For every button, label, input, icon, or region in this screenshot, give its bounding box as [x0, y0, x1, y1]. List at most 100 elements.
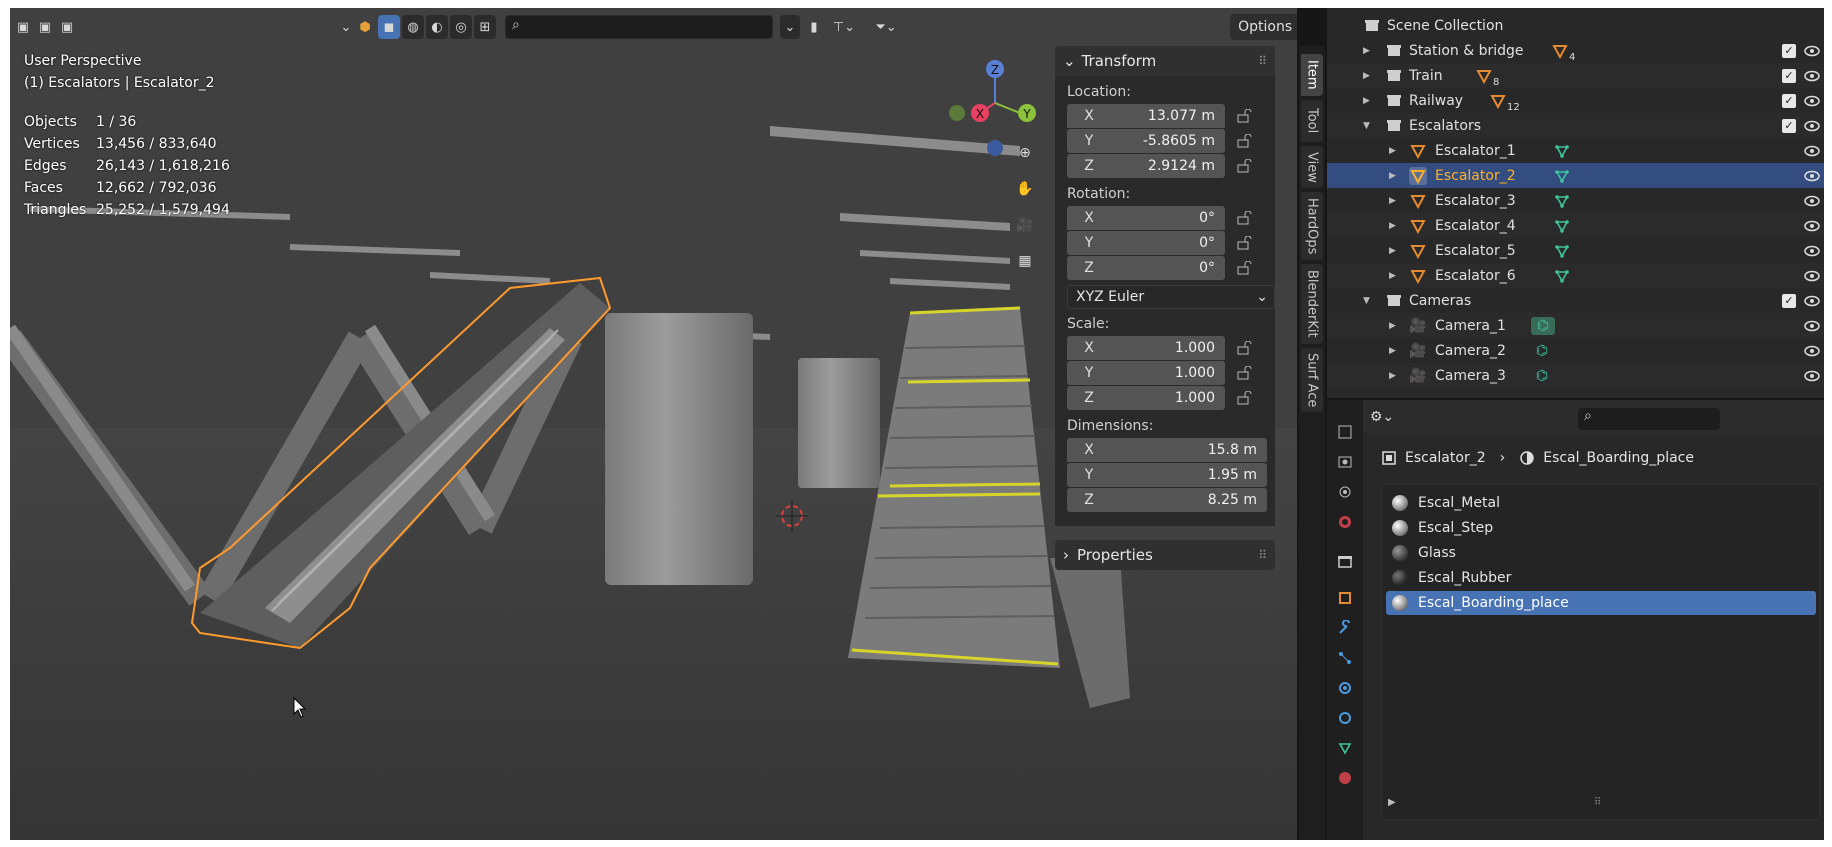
expand-arrow-icon[interactable]: ▶: [1363, 46, 1373, 56]
eye-icon[interactable]: [1804, 344, 1820, 358]
camera-view-icon[interactable]: 🎥: [1010, 210, 1040, 240]
eye-icon[interactable]: [1804, 194, 1820, 208]
outliner-object-escalator-6[interactable]: ▶ Escalator_6: [1327, 263, 1824, 288]
properties-panel-header[interactable]: › Properties ⠿: [1055, 540, 1275, 570]
expand-arrow-icon[interactable]: ▶: [1363, 71, 1373, 81]
gizmo-toggle-icon[interactable]: ⬢: [356, 15, 374, 39]
material-slot-selected[interactable]: Escal_Boarding_place: [1386, 591, 1816, 615]
shading-material-icon[interactable]: ◐: [426, 15, 448, 39]
lock-location-z-icon[interactable]: [1237, 159, 1255, 173]
eye-icon[interactable]: [1804, 244, 1820, 258]
drag-handle-icon[interactable]: ⠿: [1258, 548, 1267, 562]
eye-icon[interactable]: [1804, 219, 1820, 233]
rotation-y-field[interactable]: Y 0°: [1067, 231, 1225, 255]
collection-exclude-checkbox[interactable]: ✓: [1782, 68, 1796, 83]
lock-scale-z-icon[interactable]: [1237, 391, 1255, 405]
location-y-field[interactable]: Y -5.8605 m: [1067, 129, 1225, 153]
collection-exclude-checkbox[interactable]: ✓: [1782, 43, 1796, 58]
outliner[interactable]: Scene Collection ▶ Station & bridge 4 ✓ …: [1327, 8, 1824, 398]
expand-arrow-icon[interactable]: ▶: [1389, 271, 1399, 281]
eye-icon[interactable]: [1804, 119, 1820, 133]
expand-arrow-icon[interactable]: ▶: [1389, 346, 1399, 356]
material-slot[interactable]: Escal_Step: [1386, 516, 1816, 540]
lock-scale-y-icon[interactable]: [1237, 366, 1255, 380]
camera-data-icon[interactable]: ⌬: [1533, 342, 1551, 360]
shading-solid-button[interactable]: ◼: [378, 15, 400, 39]
drag-handle-icon[interactable]: ⠿: [1258, 54, 1267, 68]
physics-icon[interactable]: [1333, 676, 1357, 700]
outliner-object-escalator-3[interactable]: ▶ Escalator_3: [1327, 188, 1824, 213]
outliner-object-escalator-5[interactable]: ▶ Escalator_5: [1327, 238, 1824, 263]
select-extend-mode-button[interactable]: ▣: [36, 15, 54, 39]
eye-icon[interactable]: [1804, 294, 1820, 308]
eye-icon[interactable]: [1804, 69, 1820, 83]
scale-z-field[interactable]: Z 1.000: [1067, 386, 1225, 410]
location-z-field[interactable]: Z 2.9124 m: [1067, 154, 1225, 178]
viewport-search-input[interactable]: ⌕: [505, 15, 773, 39]
shading-rendered-icon[interactable]: ◎: [450, 15, 472, 39]
expand-arrow-icon[interactable]: ▶: [1389, 171, 1399, 181]
expand-list-icon[interactable]: ▶: [1388, 797, 1396, 808]
eye-icon[interactable]: [1804, 319, 1820, 333]
wrench-icon[interactable]: [1333, 616, 1357, 640]
eye-icon[interactable]: [1804, 94, 1820, 108]
outliner-object-escalator-4[interactable]: ▶ Escalator_4: [1327, 213, 1824, 238]
collection-exclude-checkbox[interactable]: ✓: [1782, 118, 1796, 133]
eye-icon[interactable]: [1804, 44, 1820, 58]
tab-view[interactable]: View: [1301, 146, 1323, 188]
expand-arrow-icon[interactable]: ▶: [1389, 321, 1399, 331]
outliner-collection-train[interactable]: ▶ Train 8 ✓: [1327, 63, 1824, 88]
lock-location-x-icon[interactable]: [1237, 109, 1255, 123]
material-slot[interactable]: Glass: [1386, 541, 1816, 565]
select-box-mode-button[interactable]: ▣: [14, 15, 32, 39]
outliner-object-escalator-1[interactable]: ▶ Escalator_1: [1327, 138, 1824, 163]
output-properties-icon[interactable]: [1333, 480, 1357, 504]
transform-panel-header[interactable]: ⌄ Transform ⠿: [1055, 46, 1275, 76]
overlay-dropdown-icon[interactable]: ⌄: [780, 15, 800, 39]
expand-arrow-icon[interactable]: ▶: [1389, 221, 1399, 231]
scale-x-field[interactable]: X 1.000: [1067, 336, 1225, 360]
material-properties-icon[interactable]: [1333, 764, 1357, 788]
collection-exclude-checkbox[interactable]: ✓: [1782, 293, 1796, 308]
expand-arrow-icon[interactable]: ▶: [1389, 246, 1399, 256]
mesh-data-icon[interactable]: [1553, 267, 1571, 285]
dimensions-y-field[interactable]: Y 1.95 m: [1067, 463, 1267, 487]
eye-icon[interactable]: [1804, 169, 1820, 183]
dimensions-z-field[interactable]: Z 8.25 m: [1067, 488, 1267, 512]
pan-hand-icon[interactable]: ✋: [1010, 174, 1040, 204]
expand-arrow-icon[interactable]: ▶: [1389, 371, 1399, 381]
collection-properties-icon[interactable]: [1333, 550, 1357, 574]
collection-exclude-checkbox[interactable]: ✓: [1782, 93, 1796, 108]
tab-surf-ace[interactable]: Surf Ace: [1301, 348, 1323, 412]
camera-data-icon[interactable]: ⌬: [1533, 367, 1551, 385]
particles-icon[interactable]: [1333, 646, 1357, 670]
scale-y-field[interactable]: Y 1.000: [1067, 361, 1225, 385]
editor-type-icon[interactable]: ⚙⌄: [1365, 406, 1399, 428]
hierarchy-icon[interactable]: ⊤⌄: [826, 15, 862, 39]
list-resize-handle-icon[interactable]: ⠿: [1594, 797, 1601, 808]
visibility-dropdown-icon[interactable]: ⌄: [338, 15, 354, 39]
mesh-data-icon[interactable]: [1553, 217, 1571, 235]
collapse-arrow-icon[interactable]: ▼: [1363, 296, 1373, 306]
tool-properties-icon[interactable]: [1333, 420, 1357, 444]
mesh-data-icon[interactable]: [1553, 142, 1571, 160]
bookmark-icon[interactable]: ▮: [804, 15, 824, 39]
mesh-data-icon[interactable]: [1553, 242, 1571, 260]
outliner-scene-collection[interactable]: Scene Collection: [1327, 13, 1824, 38]
outliner-collection-railway[interactable]: ▶ Railway 12 ✓: [1327, 88, 1824, 113]
tab-tool[interactable]: Tool: [1301, 100, 1323, 142]
lock-rotation-x-icon[interactable]: [1237, 211, 1255, 225]
outliner-object-camera-1[interactable]: ▶ 🎥 Camera_1 ⌬: [1327, 313, 1824, 338]
options-button[interactable]: Options⌄: [1230, 14, 1297, 40]
outliner-collection-escalators[interactable]: ▼ Escalators ✓: [1327, 113, 1824, 138]
filter-icon[interactable]: ⏷⌄: [868, 15, 904, 39]
material-slot[interactable]: Escal_Metal: [1386, 491, 1816, 515]
ortho-grid-icon[interactable]: ▦: [1010, 246, 1040, 276]
rotation-mode-select[interactable]: XYZ Euler ⌄: [1067, 285, 1275, 309]
dimensions-x-field[interactable]: X 15.8 m: [1067, 438, 1267, 462]
camera-data-icon[interactable]: ⌬: [1531, 316, 1555, 335]
select-subtract-mode-button[interactable]: ▣: [58, 15, 76, 39]
expand-arrow-icon[interactable]: ▶: [1389, 146, 1399, 156]
properties-search-input[interactable]: ⌕: [1578, 408, 1720, 430]
shading-wireframe-icon[interactable]: ◍: [402, 15, 424, 39]
